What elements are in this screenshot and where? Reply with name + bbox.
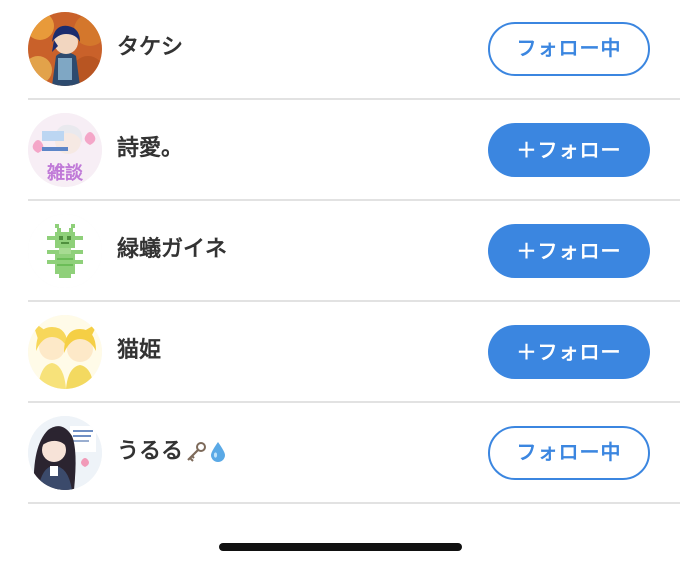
row-divider [28,502,680,504]
user-row[interactable]: うるる フォロー中 [0,404,680,504]
avatar-text: 雑談 [46,162,84,184]
user-row[interactable]: 雑談 詩愛。 ＋フォロー [0,101,680,201]
droplet-emoji-icon [209,441,227,463]
avatar-image [28,416,102,490]
user-name[interactable]: タケシ [117,30,183,66]
avatar[interactable] [28,315,102,389]
row-divider [28,401,680,403]
user-name[interactable]: うるる [117,434,227,470]
avatar[interactable] [28,416,102,490]
follow-list-screen: タケシ フォロー中 雑談 詩愛。 ＋フォロー 緑蟻ガイネ ＋フォロー 猫姫 ＋フ… [0,0,680,565]
avatar-image [28,214,102,288]
user-name[interactable]: 緑蟻ガイネ [117,232,227,268]
user-row[interactable]: 猫姫 ＋フォロー [0,303,680,403]
following-button[interactable]: フォロー中 [488,22,650,76]
follow-button[interactable]: ＋フォロー [488,224,650,278]
user-row[interactable]: 緑蟻ガイネ ＋フォロー [0,202,680,302]
avatar[interactable]: 雑談 [28,113,102,187]
user-row[interactable]: タケシ フォロー中 [0,0,680,100]
avatar-image [28,315,102,389]
following-button[interactable]: フォロー中 [488,426,650,480]
row-divider [28,300,680,302]
user-name[interactable]: 猫姫 [117,333,161,369]
home-indicator[interactable] [219,543,462,551]
user-name[interactable]: 詩愛。 [117,131,183,167]
follow-button[interactable]: ＋フォロー [488,123,650,177]
avatar[interactable] [28,12,102,86]
avatar[interactable] [28,214,102,288]
row-divider [28,199,680,201]
key-emoji-icon [185,441,207,463]
follow-button[interactable]: ＋フォロー [488,325,650,379]
avatar-image: 雑談 [28,113,102,187]
row-divider [28,98,680,100]
avatar-image [28,12,102,86]
user-name-text: うるる [117,439,184,464]
